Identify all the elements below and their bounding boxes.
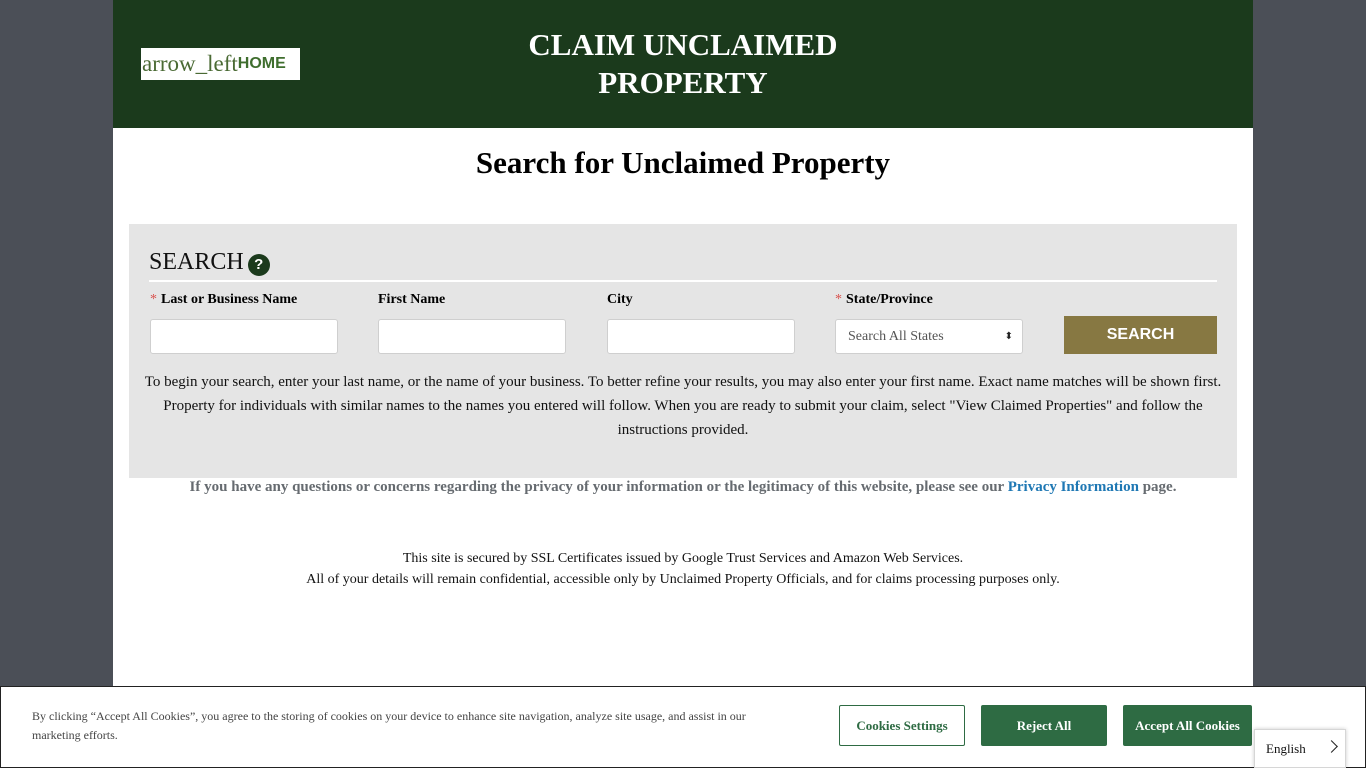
ssl-note: This site is secured by SSL Certificates… bbox=[113, 548, 1253, 590]
home-button[interactable]: arrow_left HOME bbox=[141, 48, 300, 80]
page-title: Search for Unclaimed Property bbox=[475, 145, 891, 180]
privacy-information-link[interactable]: Privacy Information bbox=[1008, 479, 1139, 495]
site-header: arrow_left HOME CLAIM UNCLAIMED PROPERTY bbox=[113, 0, 1253, 128]
privacy-note: If you have any questions or concerns re… bbox=[189, 479, 1177, 495]
required-marker: * bbox=[835, 292, 842, 307]
search-button[interactable]: SEARCH bbox=[1064, 316, 1217, 354]
last-name-label: * Last or Business Name bbox=[150, 292, 298, 307]
page-container: arrow_left HOME CLAIM UNCLAIMED PROPERTY… bbox=[113, 0, 1253, 768]
search-instructions: To begin your search, enter your last na… bbox=[144, 374, 1222, 438]
arrow-left-icon: arrow_left bbox=[142, 51, 238, 76]
state-select[interactable]: Search All States ⬍ bbox=[835, 319, 1023, 354]
ssl-line-2: All of your details will remain confiden… bbox=[306, 572, 1060, 587]
city-input[interactable] bbox=[607, 319, 795, 354]
ssl-line-1: This site is secured by SSL Certificates… bbox=[402, 551, 964, 566]
home-label: HOME bbox=[237, 55, 286, 72]
search-heading-text: SEARCH bbox=[149, 248, 244, 275]
cookie-text: By clicking “Accept All Cookies”, you ag… bbox=[32, 709, 746, 742]
search-divider bbox=[149, 280, 1217, 282]
site-title: CLAIM UNCLAIMED PROPERTY bbox=[528, 27, 838, 100]
cookie-banner: By clicking “Accept All Cookies”, you ag… bbox=[0, 686, 1366, 768]
city-label: City bbox=[607, 292, 633, 307]
search-panel: SEARCH ? * Last or Business Name First Na… bbox=[129, 224, 1237, 478]
accept-all-cookies-button[interactable]: Accept All Cookies bbox=[1123, 705, 1252, 746]
required-marker: * bbox=[150, 292, 157, 307]
help-icon[interactable]: ? bbox=[247, 254, 270, 276]
state-select-value: Search All States bbox=[848, 329, 944, 344]
last-name-input[interactable] bbox=[150, 319, 338, 354]
sort-arrows-icon: ⬍ bbox=[1004, 331, 1013, 342]
search-heading: SEARCH ? bbox=[149, 248, 270, 276]
language-label: English bbox=[1266, 741, 1306, 756]
cookies-settings-button[interactable]: Cookies Settings bbox=[839, 705, 965, 746]
chevron-right-icon bbox=[1325, 740, 1338, 753]
first-name-input[interactable] bbox=[378, 319, 566, 354]
language-selector[interactable]: English bbox=[1254, 729, 1346, 768]
state-label: * State/Province bbox=[835, 292, 933, 307]
reject-all-button[interactable]: Reject All bbox=[981, 705, 1107, 746]
first-name-label: First Name bbox=[378, 292, 446, 307]
